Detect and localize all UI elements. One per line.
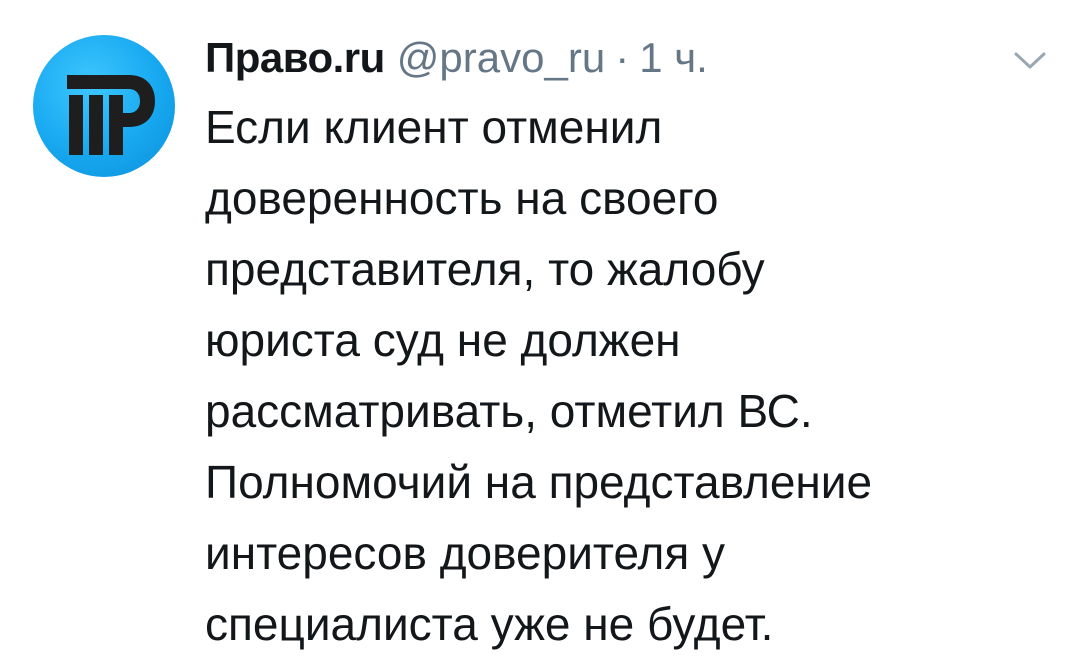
tweet-header: Право.ru @pravo_ru · 1 ч. [205, 34, 708, 94]
author-name[interactable]: Право.ru [205, 34, 385, 82]
tweet[interactable]: Право.ru @pravo_ru · 1 ч. Если клиент от… [0, 0, 1080, 654]
tweet-menu-button[interactable] [1012, 48, 1048, 72]
avatar[interactable] [33, 35, 175, 177]
pravo-ru-logo-icon [67, 75, 155, 155]
header-separator: · [615, 34, 630, 81]
chevron-down-icon [1014, 52, 1046, 69]
tweet-time[interactable]: 1 ч. [639, 34, 708, 82]
author-handle[interactable]: @pravo_ru [397, 34, 605, 82]
tweet-text: Если клиент отменил доверенность на свое… [205, 101, 873, 650]
